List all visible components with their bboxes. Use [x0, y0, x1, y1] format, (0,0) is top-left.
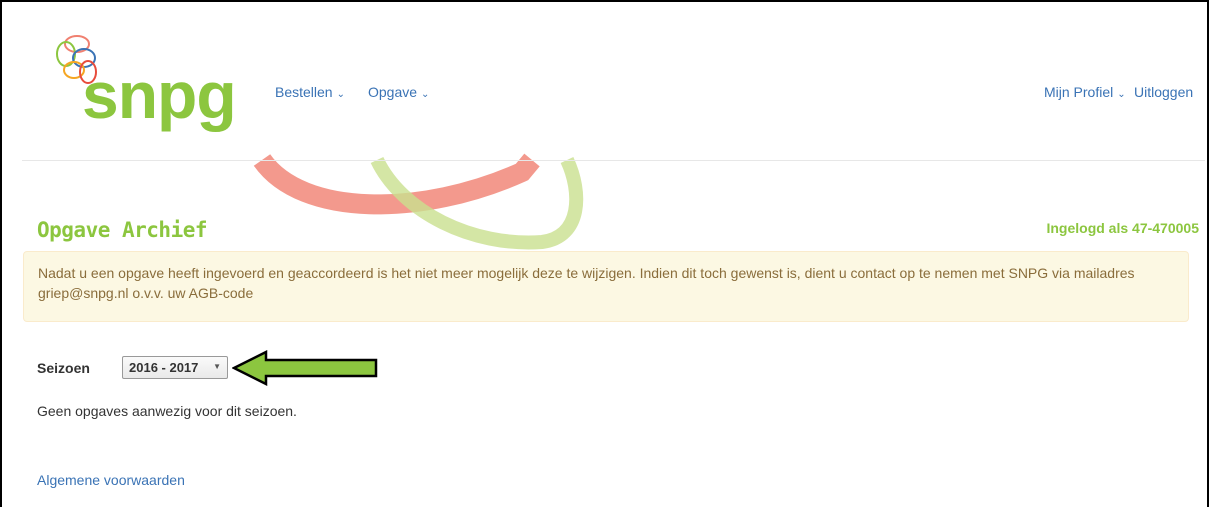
season-label: Seizoen	[37, 360, 90, 376]
chevron-down-icon: ⌄	[336, 89, 345, 100]
page-title: Opgave Archief	[37, 218, 208, 242]
nav-mijn-profiel-label: Mijn Profiel	[1044, 84, 1114, 100]
nav-uitloggen[interactable]: Uitloggen	[1134, 84, 1193, 100]
chevron-down-icon: ⌄	[1117, 89, 1126, 100]
season-select[interactable]: 2016 - 2017 ▼	[122, 356, 228, 379]
nav-bestellen-label: Bestellen	[275, 84, 333, 100]
warning-alert: Nadat u een opgave heeft ingevoerd en ge…	[23, 251, 1189, 322]
navbar: snpg Bestellen ⌄ Opgave ⌄ Mijn Profiel ⌄ Ui…	[22, 2, 1205, 161]
chevron-down-icon: ⌄	[421, 89, 430, 100]
logged-in-status: Ingelogd als 47-470005	[1046, 220, 1199, 236]
logo-text[interactable]: snpg	[82, 62, 237, 128]
terms-link[interactable]: Algemene voorwaarden	[37, 472, 185, 488]
empty-message: Geen opgaves aanwezig voor dit seizoen.	[37, 403, 297, 419]
season-select-value: 2016 - 2017	[129, 360, 199, 375]
alert-text: Nadat u een opgave heeft ingevoerd en ge…	[38, 265, 1135, 301]
nav-bestellen[interactable]: Bestellen ⌄	[275, 84, 345, 100]
page-frame: snpg Bestellen ⌄ Opgave ⌄ Mijn Profiel ⌄ Ui…	[0, 0, 1209, 507]
nav-opgave-label: Opgave	[368, 84, 418, 100]
annotation-arrow-icon	[232, 350, 378, 386]
nav-opgave[interactable]: Opgave ⌄	[368, 84, 429, 100]
caret-down-icon: ▼	[213, 362, 221, 371]
nav-mijn-profiel[interactable]: Mijn Profiel ⌄	[1044, 84, 1126, 100]
